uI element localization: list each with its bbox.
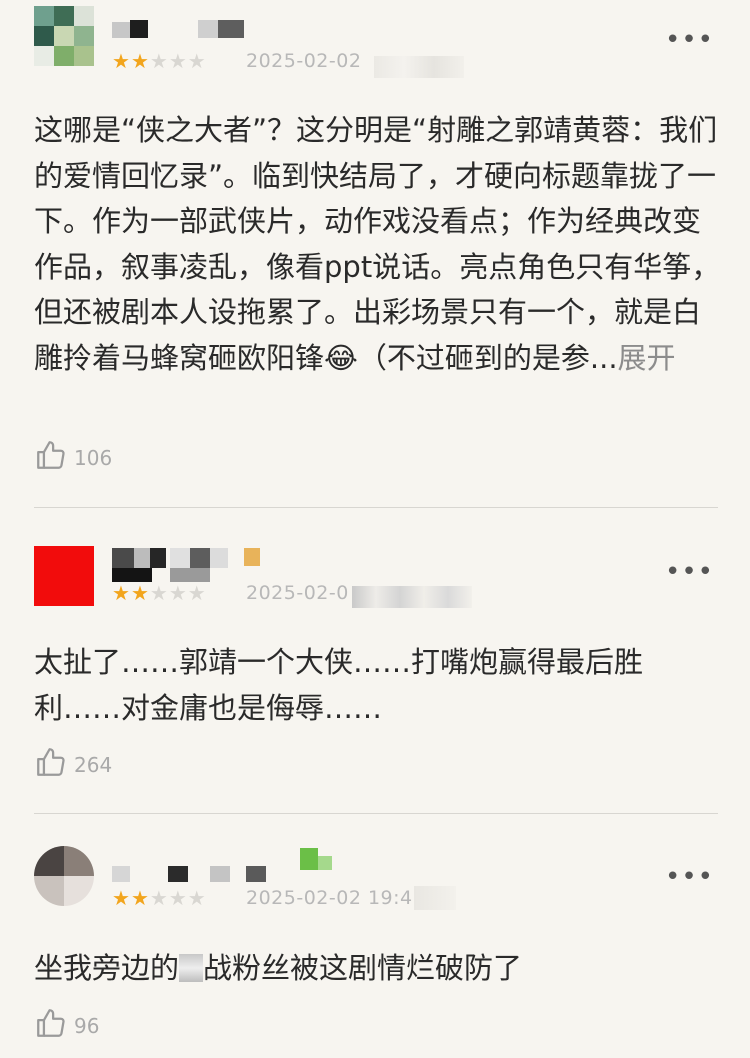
review-text-continued: 战粉丝被这剧情烂破防了 [203, 951, 523, 985]
star-empty-icon: ★ [187, 886, 207, 910]
star-filled-icon: ★ [130, 49, 150, 73]
divider [34, 507, 718, 508]
review-text-content: 太扯了……郭靖一个大侠……打嘴炮赢得最后胜利……对金庸也是侮辱…… [34, 645, 644, 725]
rating-stars: ★★★★★ [112, 50, 207, 72]
like-count: 106 [74, 445, 113, 470]
redacted-time [352, 586, 472, 608]
like-count: 96 [74, 1013, 100, 1038]
star-filled-icon: ★ [112, 581, 131, 605]
thumbs-up-icon [34, 745, 68, 784]
more-options-button[interactable]: ••• [665, 864, 714, 890]
avatar[interactable] [34, 6, 94, 66]
star-empty-icon: ★ [187, 581, 207, 605]
review-text: 太扯了……郭靖一个大侠……打嘴炮赢得最后胜利……对金庸也是侮辱…… [34, 640, 724, 731]
thumbs-up-icon [34, 438, 68, 477]
redacted-time [414, 886, 456, 910]
review-text-content: 坐我旁边的 [34, 951, 180, 985]
like-button[interactable]: 96 [34, 1006, 99, 1045]
redacted-word [179, 954, 204, 982]
avatar[interactable] [34, 846, 94, 906]
review-date: 2025-02-02 19:4 [246, 887, 413, 909]
review-date: 2025-02-02 [246, 50, 362, 72]
star-filled-icon: ★ [130, 581, 150, 605]
like-button[interactable]: 264 [34, 745, 112, 784]
redacted-time [374, 56, 464, 78]
star-filled-icon: ★ [112, 886, 131, 910]
review-date: 2025-02-0 [246, 582, 349, 604]
star-filled-icon: ★ [130, 886, 150, 910]
star-empty-icon: ★ [149, 581, 169, 605]
thumbs-up-icon [34, 1006, 68, 1045]
username-redacted[interactable] [112, 20, 252, 46]
star-empty-icon: ★ [149, 886, 169, 910]
review-text: 坐我旁边的 战粉丝被这剧情烂破防了 [34, 946, 724, 992]
rating-stars: ★★★★★ [112, 582, 207, 604]
expand-link[interactable]: 展开 [618, 341, 676, 375]
rating-stars: ★★★★★ [112, 887, 207, 909]
star-empty-icon: ★ [149, 49, 169, 73]
star-empty-icon: ★ [168, 886, 188, 910]
more-options-button[interactable]: ••• [665, 27, 714, 53]
divider [34, 813, 718, 814]
more-options-button[interactable]: ••• [665, 559, 714, 585]
review-text: 这哪是“侠之大者”？这分明是“射雕之郭靖黄蓉：我们的爱情回忆录”。临到快结局了，… [34, 108, 724, 381]
star-filled-icon: ★ [112, 49, 131, 73]
like-button[interactable]: 106 [34, 438, 112, 477]
star-empty-icon: ★ [168, 49, 188, 73]
like-count: 264 [74, 752, 113, 777]
star-empty-icon: ★ [168, 581, 188, 605]
avatar[interactable] [34, 546, 94, 606]
star-empty-icon: ★ [187, 49, 207, 73]
username-redacted[interactable] [112, 848, 352, 888]
review-text-content: 这哪是“侠之大者”？这分明是“射雕之郭靖黄蓉：我们的爱情回忆录”。临到快结局了，… [34, 113, 721, 375]
